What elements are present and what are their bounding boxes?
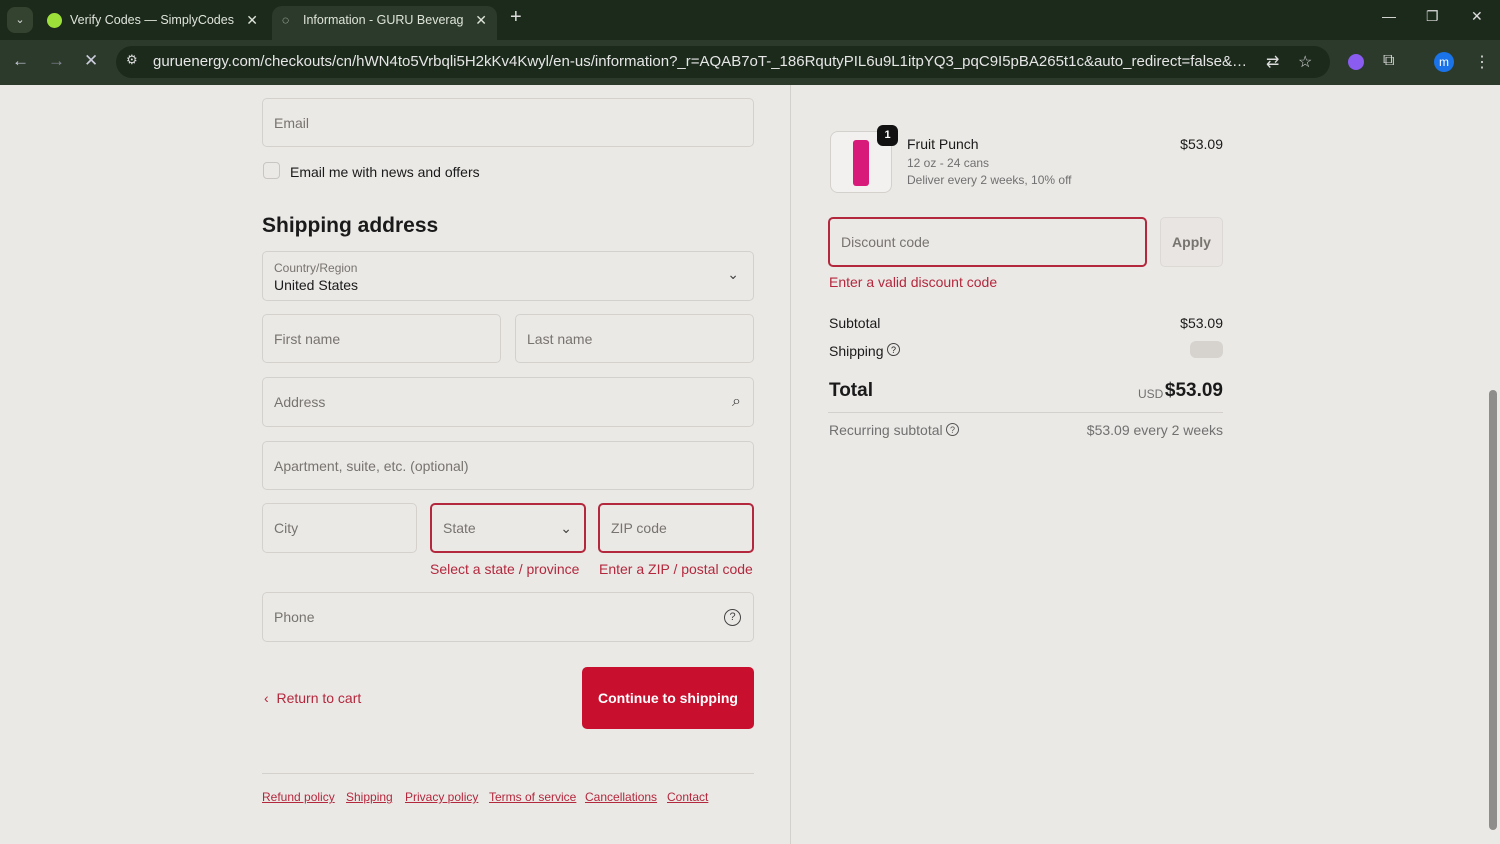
- newsletter-checkbox[interactable]: [263, 162, 280, 179]
- subtotal-label: Subtotal: [829, 315, 881, 331]
- help-icon[interactable]: ?: [887, 343, 900, 356]
- forward-button[interactable]: →: [48, 51, 65, 71]
- subtotal-value: $53.09: [1180, 315, 1223, 331]
- extensions-puzzle-icon[interactable]: ⧉: [1383, 52, 1394, 70]
- translate-icon[interactable]: ⇄: [1266, 52, 1279, 72]
- footer-divider: [262, 773, 754, 774]
- product-variant: 12 oz - 24 cans: [907, 156, 990, 170]
- return-to-cart-link[interactable]: ‹ Return to cart: [264, 690, 361, 706]
- summary-divider: [828, 412, 1223, 413]
- close-tab-icon[interactable]: ✕: [475, 6, 487, 34]
- cancellations-link[interactable]: Cancellations: [585, 790, 657, 804]
- menu-kebab-icon[interactable]: ⋮: [1474, 52, 1490, 72]
- extension-icon[interactable]: [1348, 54, 1364, 70]
- privacy-policy-link[interactable]: Privacy policy: [405, 790, 478, 804]
- total-label: Total: [829, 380, 873, 401]
- url-text[interactable]: guruenergy.com/checkouts/cn/hWN4to5Vrbql…: [153, 53, 1253, 70]
- discount-error: Enter a valid discount code: [829, 274, 998, 290]
- state-placeholder: State: [443, 520, 476, 536]
- newsletter-label: Email me with news and offers: [290, 164, 480, 180]
- country-label: Country/Region: [274, 261, 358, 275]
- phone-placeholder: Phone: [274, 609, 315, 625]
- continue-to-shipping-button[interactable]: Continue to shipping: [582, 667, 754, 729]
- shipping-loading-placeholder: [1190, 341, 1223, 358]
- zip-input[interactable]: ZIP code: [598, 503, 754, 553]
- contact-link[interactable]: Contact: [667, 790, 708, 804]
- recurring-label: Recurring subtotal: [829, 422, 943, 438]
- shipping-label: Shipping: [829, 343, 884, 359]
- help-icon[interactable]: ?: [946, 423, 959, 436]
- bookmark-star-icon[interactable]: ☆: [1298, 52, 1312, 72]
- country-select[interactable]: Country/Region United States ⌄: [262, 251, 754, 301]
- scrollbar-thumb[interactable]: [1489, 390, 1497, 830]
- tab-title: Verify Codes — SimplyCodes: [70, 13, 234, 27]
- city-input[interactable]: City: [262, 503, 417, 553]
- scrollbar[interactable]: [1486, 85, 1500, 844]
- address-placeholder: Address: [274, 394, 326, 410]
- simplycodes-icon: [47, 13, 62, 28]
- chevron-down-icon: ⌄: [560, 519, 572, 536]
- email-input[interactable]: Email: [262, 98, 754, 147]
- return-label: Return to cart: [276, 690, 362, 706]
- recurring-value: $53.09 every 2 weeks: [1086, 422, 1223, 438]
- product-price: $53.09: [1180, 136, 1223, 152]
- close-tab-icon[interactable]: ✕: [246, 6, 258, 34]
- last-name-input[interactable]: Last name: [515, 314, 754, 363]
- currency-label: USD: [1138, 387, 1164, 401]
- back-button[interactable]: ←: [12, 51, 29, 71]
- profile-avatar[interactable]: m: [1434, 52, 1454, 72]
- loading-globe-icon: ◌: [282, 13, 290, 27]
- apartment-input[interactable]: Apartment, suite, etc. (optional): [262, 441, 754, 490]
- shipping-heading: Shipping address: [262, 214, 439, 237]
- chevron-down-icon: ⌄: [727, 266, 739, 282]
- terms-link[interactable]: Terms of service: [489, 790, 576, 804]
- help-icon[interactable]: ?: [724, 608, 741, 626]
- total-value: $53.09: [1164, 380, 1223, 401]
- address-input[interactable]: Address ⌕: [262, 377, 754, 427]
- discount-code-input[interactable]: Discount code: [828, 217, 1147, 267]
- state-error: Select a state / province: [430, 561, 580, 577]
- minimize-button[interactable]: —: [1382, 8, 1396, 24]
- new-tab-button[interactable]: +: [510, 6, 522, 29]
- close-window-button[interactable]: ✕: [1471, 8, 1483, 25]
- country-value: United States: [274, 277, 359, 293]
- restore-button[interactable]: ❐: [1426, 8, 1439, 25]
- column-divider: [790, 85, 791, 844]
- site-info-icon[interactable]: ⚙: [126, 52, 138, 68]
- product-name: Fruit Punch: [907, 136, 979, 152]
- tab-title: Information - GURU Beverage: [303, 13, 463, 27]
- chevron-left-icon: ‹: [264, 690, 269, 706]
- tab-bar: ⌄ Verify Codes — SimplyCodes ✕ ◌ Informa…: [0, 0, 1500, 40]
- stop-loading-button[interactable]: ✕: [84, 51, 98, 71]
- state-select[interactable]: State ⌄: [430, 503, 586, 553]
- apply-button[interactable]: Apply: [1160, 217, 1223, 267]
- shipping-link[interactable]: Shipping: [346, 790, 393, 804]
- tab-guru[interactable]: ◌ Information - GURU Beverage ✕: [272, 6, 497, 40]
- first-name-input[interactable]: First name: [262, 314, 501, 363]
- tab-simplycodes[interactable]: Verify Codes — SimplyCodes ✕: [38, 6, 268, 40]
- tab-search-button[interactable]: ⌄: [7, 7, 33, 33]
- quantity-badge: 1: [877, 125, 898, 146]
- zip-error: Enter a ZIP / postal code: [599, 561, 753, 577]
- phone-input[interactable]: Phone ?: [262, 592, 754, 642]
- product-plan: Deliver every 2 weeks, 10% off: [907, 173, 1072, 187]
- refund-policy-link[interactable]: Refund policy: [262, 790, 335, 804]
- can-image: [853, 140, 869, 186]
- search-icon: ⌕: [732, 393, 741, 410]
